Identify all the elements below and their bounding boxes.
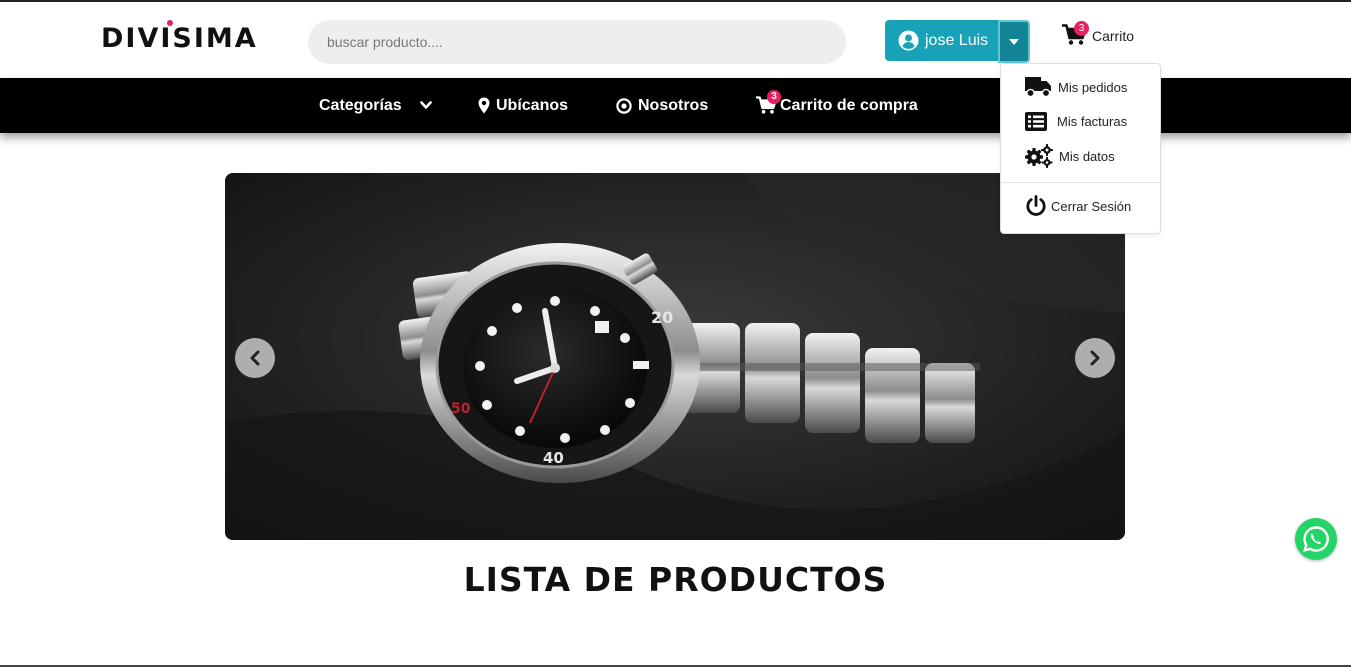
target-icon xyxy=(616,97,632,114)
menu-item-label: Mis pedidos xyxy=(1058,79,1128,95)
carousel-prev-button[interactable] xyxy=(235,338,275,378)
user-menu-toggle[interactable] xyxy=(998,20,1030,63)
section-title: LISTA DE PRODUCTOS xyxy=(463,560,888,599)
nav-item-label: Ubícanos xyxy=(496,96,569,114)
caret-down-icon xyxy=(1009,38,1019,45)
nav-item-nosotros[interactable]: Nosotros xyxy=(616,78,708,133)
svg-text:50: 50 xyxy=(451,401,471,417)
wristwatch-photo: 20 40 50 xyxy=(225,173,1125,540)
svg-text:20: 20 xyxy=(651,308,673,327)
cart-icon-wrapper: 3 xyxy=(1062,21,1089,48)
menu-item-cerrar-sesion[interactable]: Cerrar Sesión xyxy=(1025,195,1131,217)
gears-icon xyxy=(1025,144,1053,168)
nav-item-categorias[interactable]: Categorías xyxy=(319,78,432,133)
menu-divider xyxy=(1001,182,1160,183)
nav-item-carrito-de-compra[interactable]: 3 Carrito de compra xyxy=(756,78,918,133)
cart-label: Carrito xyxy=(1092,28,1135,44)
user-dropdown-menu: Mis pedidos Mis facturas Mis datos Cerra… xyxy=(1000,63,1161,234)
menu-item-label: Mis datos xyxy=(1059,148,1115,164)
list-icon xyxy=(1025,112,1047,131)
header-cart-link[interactable]: 3 Carrito xyxy=(1062,21,1135,48)
whatsapp-floating-button[interactable] xyxy=(1295,518,1337,560)
whatsapp-icon xyxy=(1303,526,1329,552)
brand-logo[interactable]: DIVISIMA xyxy=(101,20,258,55)
cart-icon-wrapper: 3 xyxy=(756,89,781,116)
brand-logo-text: DIVISIMA xyxy=(101,23,258,54)
user-circle-icon xyxy=(898,30,919,51)
nav-cart-count-badge: 3 xyxy=(767,89,781,104)
search-input[interactable] xyxy=(308,20,846,64)
logo-accent-dot xyxy=(167,20,173,26)
menu-item-label: Mis facturas xyxy=(1057,114,1128,129)
menu-item-mis-datos[interactable]: Mis datos xyxy=(1025,144,1115,168)
user-name: jose Luis xyxy=(925,31,989,49)
nav-item-label: Categorías xyxy=(319,96,402,114)
power-icon xyxy=(1026,195,1046,216)
chevron-left-icon xyxy=(250,350,260,366)
user-account-button[interactable]: jose Luis xyxy=(885,20,998,61)
cart-count-badge: 3 xyxy=(1074,21,1089,36)
hero-carousel[interactable]: 20 40 50 xyxy=(225,173,1125,540)
menu-item-mis-pedidos[interactable]: Mis pedidos xyxy=(1025,76,1127,98)
nav-item-ubicanos[interactable]: Ubícanos xyxy=(478,78,568,133)
carousel-next-button[interactable] xyxy=(1075,338,1115,378)
map-marker-icon xyxy=(478,97,490,114)
chevron-right-icon xyxy=(1090,350,1100,366)
truck-icon xyxy=(1025,77,1051,98)
svg-text:40: 40 xyxy=(543,449,564,467)
chevron-down-icon xyxy=(419,101,432,109)
menu-item-mis-facturas[interactable]: Mis facturas xyxy=(1025,112,1127,131)
menu-item-label: Cerrar Sesión xyxy=(1051,198,1132,214)
nav-item-label: Carrito de compra xyxy=(780,96,918,114)
nav-item-label: Nosotros xyxy=(638,96,709,114)
